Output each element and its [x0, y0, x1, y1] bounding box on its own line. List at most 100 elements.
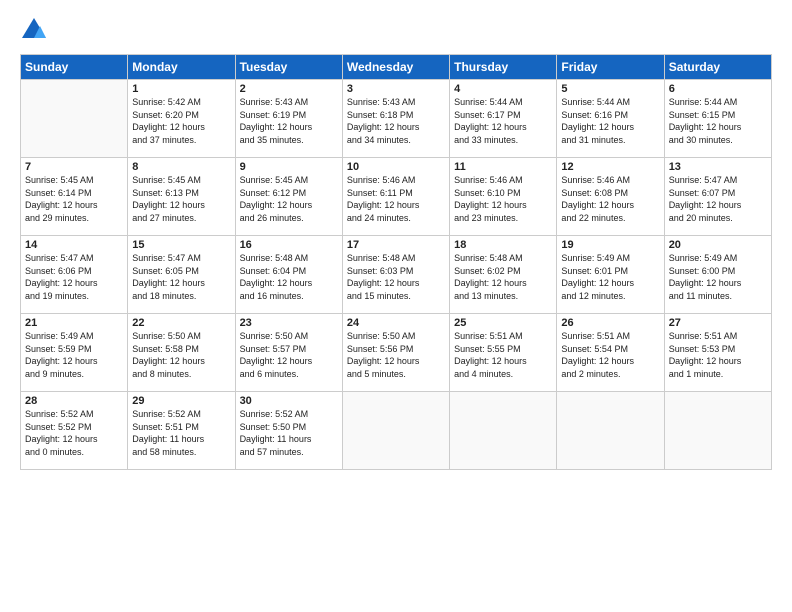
- calendar-cell: 26Sunrise: 5:51 AM Sunset: 5:54 PM Dayli…: [557, 314, 664, 392]
- calendar-cell: [557, 392, 664, 470]
- day-info: Sunrise: 5:51 AM Sunset: 5:54 PM Dayligh…: [561, 330, 659, 380]
- day-number: 12: [561, 161, 659, 173]
- day-info: Sunrise: 5:50 AM Sunset: 5:57 PM Dayligh…: [240, 330, 338, 380]
- calendar-cell: 8Sunrise: 5:45 AM Sunset: 6:13 PM Daylig…: [128, 158, 235, 236]
- day-info: Sunrise: 5:43 AM Sunset: 6:19 PM Dayligh…: [240, 96, 338, 146]
- day-number: 3: [347, 83, 445, 95]
- calendar-cell: 27Sunrise: 5:51 AM Sunset: 5:53 PM Dayli…: [664, 314, 771, 392]
- day-number: 19: [561, 239, 659, 251]
- day-info: Sunrise: 5:46 AM Sunset: 6:10 PM Dayligh…: [454, 174, 552, 224]
- calendar-cell: 25Sunrise: 5:51 AM Sunset: 5:55 PM Dayli…: [450, 314, 557, 392]
- day-number: 14: [25, 239, 123, 251]
- calendar-cell: 2Sunrise: 5:43 AM Sunset: 6:19 PM Daylig…: [235, 80, 342, 158]
- calendar-cell: 4Sunrise: 5:44 AM Sunset: 6:17 PM Daylig…: [450, 80, 557, 158]
- day-info: Sunrise: 5:45 AM Sunset: 6:12 PM Dayligh…: [240, 174, 338, 224]
- day-number: 7: [25, 161, 123, 173]
- calendar-cell: 6Sunrise: 5:44 AM Sunset: 6:15 PM Daylig…: [664, 80, 771, 158]
- weekday-friday: Friday: [557, 55, 664, 80]
- day-info: Sunrise: 5:52 AM Sunset: 5:50 PM Dayligh…: [240, 408, 338, 458]
- day-info: Sunrise: 5:47 AM Sunset: 6:07 PM Dayligh…: [669, 174, 767, 224]
- day-number: 13: [669, 161, 767, 173]
- day-number: 6: [669, 83, 767, 95]
- calendar-cell: 13Sunrise: 5:47 AM Sunset: 6:07 PM Dayli…: [664, 158, 771, 236]
- day-number: 29: [132, 395, 230, 407]
- day-info: Sunrise: 5:44 AM Sunset: 6:17 PM Dayligh…: [454, 96, 552, 146]
- day-info: Sunrise: 5:45 AM Sunset: 6:13 PM Dayligh…: [132, 174, 230, 224]
- day-info: Sunrise: 5:52 AM Sunset: 5:52 PM Dayligh…: [25, 408, 123, 458]
- week-row-3: 21Sunrise: 5:49 AM Sunset: 5:59 PM Dayli…: [21, 314, 772, 392]
- weekday-thursday: Thursday: [450, 55, 557, 80]
- weekday-tuesday: Tuesday: [235, 55, 342, 80]
- weekday-header-row: SundayMondayTuesdayWednesdayThursdayFrid…: [21, 55, 772, 80]
- day-info: Sunrise: 5:42 AM Sunset: 6:20 PM Dayligh…: [132, 96, 230, 146]
- day-number: 1: [132, 83, 230, 95]
- day-info: Sunrise: 5:44 AM Sunset: 6:16 PM Dayligh…: [561, 96, 659, 146]
- day-number: 10: [347, 161, 445, 173]
- calendar-cell: 29Sunrise: 5:52 AM Sunset: 5:51 PM Dayli…: [128, 392, 235, 470]
- calendar-cell: 9Sunrise: 5:45 AM Sunset: 6:12 PM Daylig…: [235, 158, 342, 236]
- day-number: 30: [240, 395, 338, 407]
- calendar-cell: 30Sunrise: 5:52 AM Sunset: 5:50 PM Dayli…: [235, 392, 342, 470]
- day-number: 11: [454, 161, 552, 173]
- day-number: 15: [132, 239, 230, 251]
- day-info: Sunrise: 5:50 AM Sunset: 5:56 PM Dayligh…: [347, 330, 445, 380]
- day-info: Sunrise: 5:48 AM Sunset: 6:02 PM Dayligh…: [454, 252, 552, 302]
- weekday-wednesday: Wednesday: [342, 55, 449, 80]
- day-info: Sunrise: 5:46 AM Sunset: 6:11 PM Dayligh…: [347, 174, 445, 224]
- calendar-cell: 7Sunrise: 5:45 AM Sunset: 6:14 PM Daylig…: [21, 158, 128, 236]
- calendar-cell: 28Sunrise: 5:52 AM Sunset: 5:52 PM Dayli…: [21, 392, 128, 470]
- day-number: 4: [454, 83, 552, 95]
- calendar-body: 1Sunrise: 5:42 AM Sunset: 6:20 PM Daylig…: [21, 80, 772, 470]
- calendar-cell: [21, 80, 128, 158]
- calendar-cell: 12Sunrise: 5:46 AM Sunset: 6:08 PM Dayli…: [557, 158, 664, 236]
- calendar-cell: [450, 392, 557, 470]
- calendar-cell: 10Sunrise: 5:46 AM Sunset: 6:11 PM Dayli…: [342, 158, 449, 236]
- logo-icon: [20, 16, 48, 44]
- day-info: Sunrise: 5:52 AM Sunset: 5:51 PM Dayligh…: [132, 408, 230, 458]
- calendar-cell: 3Sunrise: 5:43 AM Sunset: 6:18 PM Daylig…: [342, 80, 449, 158]
- day-number: 17: [347, 239, 445, 251]
- day-info: Sunrise: 5:50 AM Sunset: 5:58 PM Dayligh…: [132, 330, 230, 380]
- day-info: Sunrise: 5:49 AM Sunset: 6:00 PM Dayligh…: [669, 252, 767, 302]
- day-info: Sunrise: 5:45 AM Sunset: 6:14 PM Dayligh…: [25, 174, 123, 224]
- calendar-cell: 18Sunrise: 5:48 AM Sunset: 6:02 PM Dayli…: [450, 236, 557, 314]
- day-info: Sunrise: 5:49 AM Sunset: 6:01 PM Dayligh…: [561, 252, 659, 302]
- calendar-cell: 20Sunrise: 5:49 AM Sunset: 6:00 PM Dayli…: [664, 236, 771, 314]
- week-row-0: 1Sunrise: 5:42 AM Sunset: 6:20 PM Daylig…: [21, 80, 772, 158]
- week-row-1: 7Sunrise: 5:45 AM Sunset: 6:14 PM Daylig…: [21, 158, 772, 236]
- day-number: 5: [561, 83, 659, 95]
- day-number: 8: [132, 161, 230, 173]
- day-info: Sunrise: 5:48 AM Sunset: 6:04 PM Dayligh…: [240, 252, 338, 302]
- page-header: [20, 16, 772, 44]
- calendar-cell: 23Sunrise: 5:50 AM Sunset: 5:57 PM Dayli…: [235, 314, 342, 392]
- weekday-saturday: Saturday: [664, 55, 771, 80]
- weekday-monday: Monday: [128, 55, 235, 80]
- day-info: Sunrise: 5:48 AM Sunset: 6:03 PM Dayligh…: [347, 252, 445, 302]
- calendar-cell: 22Sunrise: 5:50 AM Sunset: 5:58 PM Dayli…: [128, 314, 235, 392]
- day-number: 24: [347, 317, 445, 329]
- day-info: Sunrise: 5:47 AM Sunset: 6:06 PM Dayligh…: [25, 252, 123, 302]
- calendar-cell: 5Sunrise: 5:44 AM Sunset: 6:16 PM Daylig…: [557, 80, 664, 158]
- calendar-cell: [664, 392, 771, 470]
- day-info: Sunrise: 5:51 AM Sunset: 5:55 PM Dayligh…: [454, 330, 552, 380]
- calendar-table: SundayMondayTuesdayWednesdayThursdayFrid…: [20, 54, 772, 470]
- day-info: Sunrise: 5:51 AM Sunset: 5:53 PM Dayligh…: [669, 330, 767, 380]
- calendar-cell: 15Sunrise: 5:47 AM Sunset: 6:05 PM Dayli…: [128, 236, 235, 314]
- calendar-cell: 11Sunrise: 5:46 AM Sunset: 6:10 PM Dayli…: [450, 158, 557, 236]
- calendar-cell: 21Sunrise: 5:49 AM Sunset: 5:59 PM Dayli…: [21, 314, 128, 392]
- weekday-sunday: Sunday: [21, 55, 128, 80]
- calendar-cell: 19Sunrise: 5:49 AM Sunset: 6:01 PM Dayli…: [557, 236, 664, 314]
- week-row-2: 14Sunrise: 5:47 AM Sunset: 6:06 PM Dayli…: [21, 236, 772, 314]
- day-number: 9: [240, 161, 338, 173]
- calendar-cell: 24Sunrise: 5:50 AM Sunset: 5:56 PM Dayli…: [342, 314, 449, 392]
- day-number: 21: [25, 317, 123, 329]
- day-number: 26: [561, 317, 659, 329]
- day-number: 25: [454, 317, 552, 329]
- day-number: 18: [454, 239, 552, 251]
- day-info: Sunrise: 5:47 AM Sunset: 6:05 PM Dayligh…: [132, 252, 230, 302]
- day-info: Sunrise: 5:43 AM Sunset: 6:18 PM Dayligh…: [347, 96, 445, 146]
- calendar-cell: [342, 392, 449, 470]
- day-number: 22: [132, 317, 230, 329]
- calendar-cell: 17Sunrise: 5:48 AM Sunset: 6:03 PM Dayli…: [342, 236, 449, 314]
- calendar-cell: 1Sunrise: 5:42 AM Sunset: 6:20 PM Daylig…: [128, 80, 235, 158]
